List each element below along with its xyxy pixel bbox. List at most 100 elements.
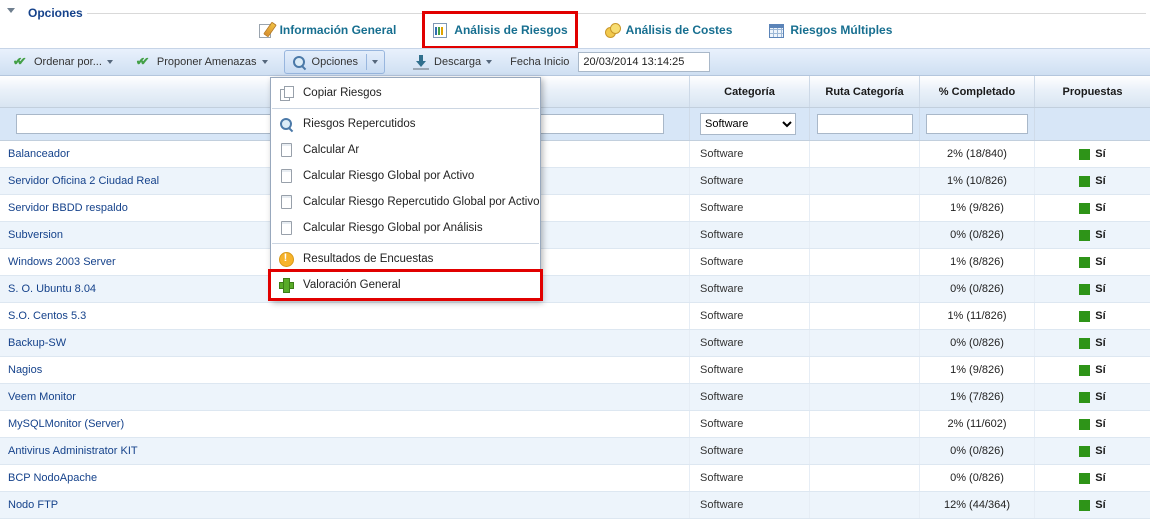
menu-item-label: Calcular Riesgo Global por Activo — [303, 170, 474, 182]
menu-item[interactable]: Copiar Riesgos — [271, 80, 540, 106]
magnifier-icon — [278, 116, 294, 132]
status-square-icon — [1079, 446, 1090, 457]
table-row[interactable]: S. O. Ubuntu 8.04 Software 0% (0/826) Sí — [0, 276, 1150, 303]
table-row[interactable]: Veem Monitor Software 1% (7/826) Sí — [0, 384, 1150, 411]
completado-cell: 1% (7/826) — [920, 384, 1035, 410]
propuestas-value: Sí — [1095, 310, 1105, 322]
propuestas-value: Sí — [1095, 499, 1105, 511]
menu-item[interactable]: Calcular Riesgo Global por Análisis — [271, 215, 540, 241]
table-row[interactable]: Nagios Software 1% (9/826) Sí — [0, 357, 1150, 384]
table-row[interactable]: S.O. Centos 5.3 Software 1% (11/826) Sí — [0, 303, 1150, 330]
start-date-input[interactable] — [578, 52, 710, 72]
completado-cell: 0% (0/826) — [920, 276, 1035, 302]
chevron-down-icon — [486, 60, 492, 64]
propuestas-cell: Sí — [1035, 492, 1150, 518]
ruta-categoria-cell — [810, 303, 920, 329]
asset-name-cell: S.O. Centos 5.3 — [0, 303, 690, 329]
table-row[interactable]: Balanceador Software 2% (18/840) Sí — [0, 141, 1150, 168]
table-row[interactable]: Servidor BBDD respaldo Software 1% (9/82… — [0, 195, 1150, 222]
table-row[interactable]: Windows 2003 Server Software 1% (8/826) … — [0, 249, 1150, 276]
status-square-icon — [1079, 392, 1090, 403]
asset-name-cell: Backup-SW — [0, 330, 690, 356]
tab-label: Análisis de Riesgos — [454, 23, 567, 37]
menu-item-label: Resultados de Encuestas — [303, 253, 433, 265]
options-dropdown-menu: Copiar Riesgos Riesgos Repercutidos Calc… — [270, 77, 541, 301]
collapse-arrow-icon[interactable] — [6, 5, 22, 21]
completado-cell: 12% (44/364) — [920, 492, 1035, 518]
completado-filter-input[interactable] — [926, 114, 1028, 134]
chevron-down-icon — [372, 60, 378, 64]
column-header-categoria[interactable]: Categoría — [690, 76, 810, 107]
completado-cell: 1% (9/826) — [920, 195, 1035, 221]
panel-header: Opciones — [6, 4, 87, 22]
options-button[interactable]: Opciones — [284, 50, 385, 74]
menu-item[interactable]: Calcular Ar — [271, 137, 540, 163]
column-header-propuestas[interactable]: Propuestas — [1035, 76, 1150, 107]
toolbar: Ordenar por... Proponer Amenazas Opcione… — [0, 48, 1150, 76]
ruta-categoria-cell — [810, 168, 920, 194]
tab[interactable]: Análisis de Riesgos — [429, 18, 570, 42]
column-header-completado[interactable]: % Completado — [920, 76, 1035, 107]
completado-cell: 0% (0/826) — [920, 222, 1035, 248]
doublecheck-icon — [136, 54, 152, 70]
download-label: Descarga — [434, 56, 481, 68]
propuestas-cell: Sí — [1035, 411, 1150, 437]
status-square-icon — [1079, 473, 1090, 484]
table-row[interactable]: Nodo FTP Software 12% (44/364) Sí — [0, 492, 1150, 519]
table-row[interactable]: BCP NodoApache Software 0% (0/826) Sí — [0, 465, 1150, 492]
menu-separator — [272, 108, 539, 109]
ruta-categoria-cell — [810, 222, 920, 248]
propuestas-value: Sí — [1095, 364, 1105, 376]
ruta-filter-input[interactable] — [817, 114, 913, 134]
menu-item[interactable]: Valoración General — [271, 272, 540, 298]
download-button[interactable]: Descarga — [406, 50, 499, 74]
propuestas-value: Sí — [1095, 229, 1105, 241]
sort-by-button[interactable]: Ordenar por... — [6, 50, 120, 74]
grid-header-row: Categoría Ruta Categoría % Completado Pr… — [0, 76, 1150, 108]
panel-title: Opciones — [28, 6, 83, 20]
options-split-arrow[interactable] — [366, 54, 378, 70]
categoria-cell: Software — [690, 411, 810, 437]
status-square-icon — [1079, 419, 1090, 430]
categoria-cell: Software — [690, 222, 810, 248]
completado-cell: 0% (0/826) — [920, 330, 1035, 356]
tab[interactable]: Análisis de Costes — [601, 18, 736, 42]
propuestas-value: Sí — [1095, 445, 1105, 457]
document-icon — [278, 142, 294, 158]
grid-filter-row: Software — [0, 108, 1150, 141]
propuestas-cell: Sí — [1035, 438, 1150, 464]
categoria-filter-select[interactable]: Software — [700, 113, 796, 135]
table-row[interactable]: MySQLMonitor (Server) Software 2% (11/60… — [0, 411, 1150, 438]
menu-item[interactable]: Calcular Riesgo Global por Activo — [271, 163, 540, 189]
propuestas-cell: Sí — [1035, 330, 1150, 356]
asset-name-cell: Nodo FTP — [0, 492, 690, 518]
warning-icon — [278, 251, 294, 267]
ruta-categoria-cell — [810, 330, 920, 356]
propuestas-cell: Sí — [1035, 222, 1150, 248]
menu-item[interactable]: Riesgos Repercutidos — [271, 111, 540, 137]
column-header-ruta-categoria[interactable]: Ruta Categoría — [810, 76, 920, 107]
table-row[interactable]: Servidor Oficina 2 Ciudad Real Software … — [0, 168, 1150, 195]
ruta-categoria-cell — [810, 465, 920, 491]
propuestas-value: Sí — [1095, 418, 1105, 430]
propose-threats-button[interactable]: Proponer Amenazas — [129, 50, 275, 74]
table-row[interactable]: Subversion Software 0% (0/826) Sí — [0, 222, 1150, 249]
tab[interactable]: Información General — [255, 18, 400, 42]
propuestas-value: Sí — [1095, 202, 1105, 214]
asset-name-cell: Antivirus Administrator KIT — [0, 438, 690, 464]
menu-item[interactable]: Resultados de Encuestas — [271, 246, 540, 272]
categoria-cell: Software — [690, 249, 810, 275]
status-square-icon — [1079, 230, 1090, 241]
propuestas-value: Sí — [1095, 391, 1105, 403]
propuestas-cell: Sí — [1035, 384, 1150, 410]
completado-cell: 1% (10/826) — [920, 168, 1035, 194]
categoria-cell: Software — [690, 384, 810, 410]
tab[interactable]: Riesgos Múltiples — [765, 18, 895, 42]
status-square-icon — [1079, 149, 1090, 160]
propuestas-value: Sí — [1095, 256, 1105, 268]
ruta-categoria-cell — [810, 249, 920, 275]
menu-item[interactable]: Calcular Riesgo Repercutido Global por A… — [271, 189, 540, 215]
table-row[interactable]: Backup-SW Software 0% (0/826) Sí — [0, 330, 1150, 357]
table-row[interactable]: Antivirus Administrator KIT Software 0% … — [0, 438, 1150, 465]
costs-icon — [604, 22, 620, 38]
